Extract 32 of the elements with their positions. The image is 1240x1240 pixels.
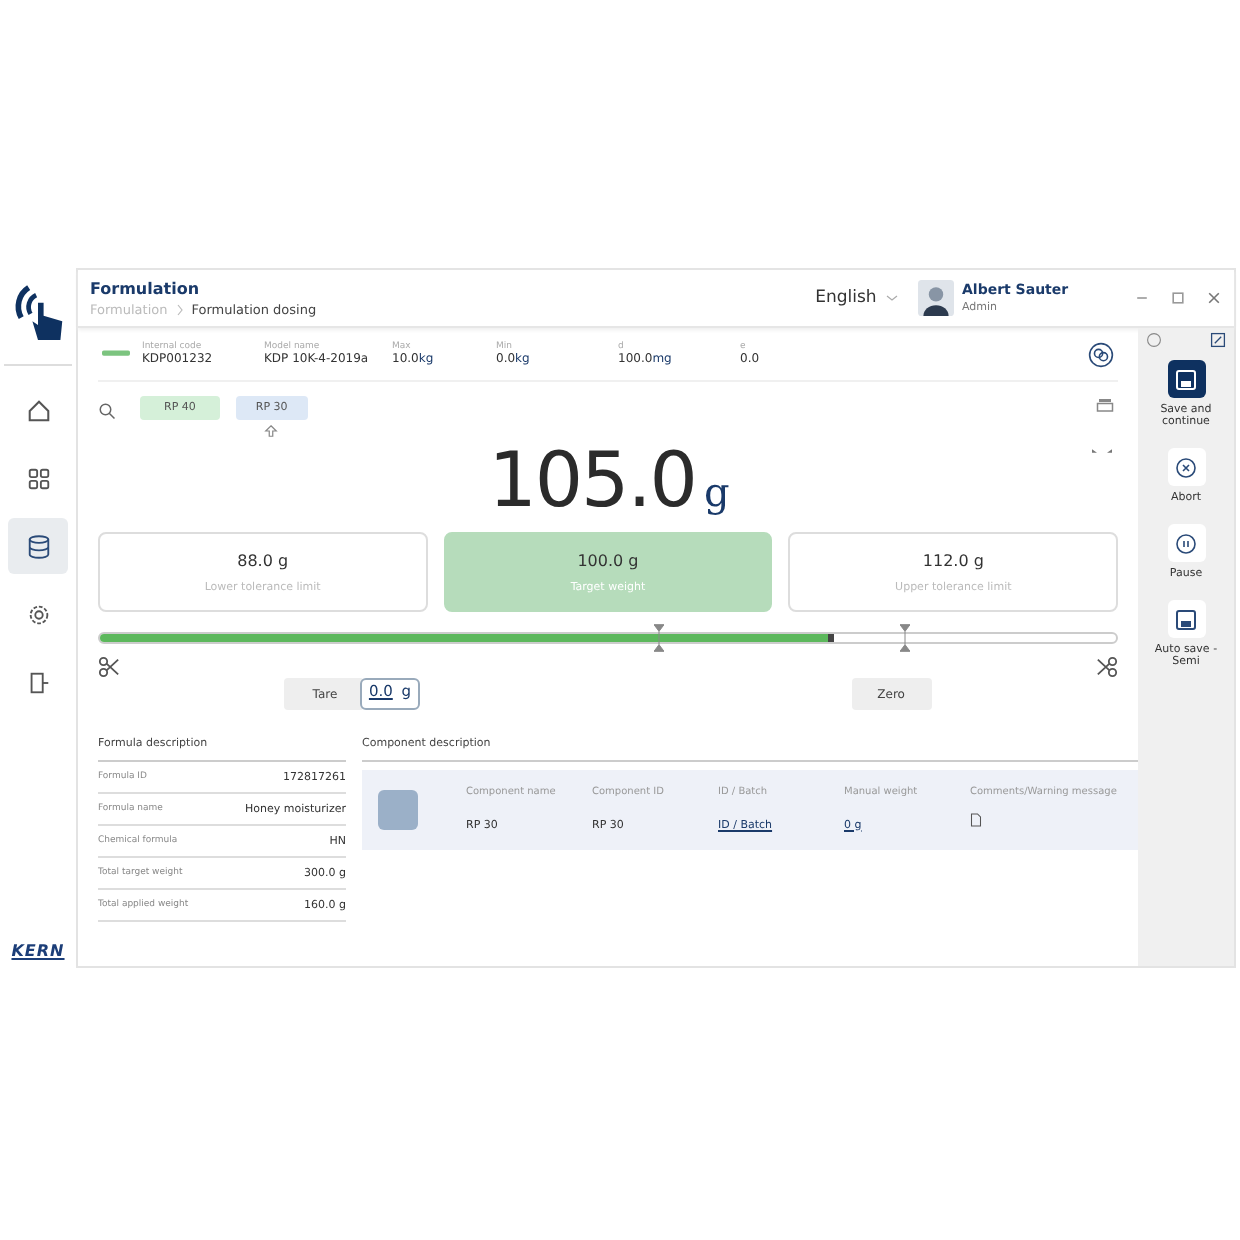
limit-value: 100.0 g	[577, 551, 639, 569]
breadcrumb-chevron-icon	[175, 303, 184, 315]
language-dropdown[interactable]: English	[815, 288, 898, 308]
exit-door-icon	[25, 669, 51, 695]
scissors-icon[interactable]	[1096, 656, 1118, 678]
settings-icon	[25, 601, 51, 627]
hand-touch-logo-icon	[10, 280, 66, 344]
database-icon	[25, 533, 51, 559]
tolerance-marker-icon	[654, 624, 665, 652]
weight-reading: 105.0 g	[488, 440, 728, 528]
page-title: Formulation	[90, 279, 202, 297]
chevron-down-icon	[886, 294, 898, 302]
scissors-icon[interactable]	[98, 656, 120, 678]
link-circle-icon[interactable]	[1088, 341, 1114, 367]
expand-icon[interactable]	[1210, 332, 1226, 348]
limit-value: 88.0 g	[237, 551, 289, 569]
close-circle-icon	[1174, 455, 1198, 479]
brand-logo: KERN	[11, 942, 65, 960]
home-icon	[25, 397, 51, 423]
limit-value: 112.0 g	[922, 551, 984, 569]
close-icon[interactable]	[1206, 290, 1222, 306]
pause-circle-icon	[1174, 531, 1198, 555]
nav-item[interactable]	[8, 518, 68, 574]
avatar-silhouette	[918, 280, 954, 316]
tolerance-marker-icon	[899, 624, 910, 652]
document-icon[interactable]	[970, 811, 982, 827]
maximize-icon[interactable]	[1170, 290, 1186, 306]
search-icon[interactable]	[98, 402, 116, 420]
grid-icon	[25, 465, 51, 491]
photo-placeholder	[378, 790, 418, 830]
collapse-icon[interactable]	[1090, 446, 1114, 456]
scale-icon	[102, 348, 130, 360]
